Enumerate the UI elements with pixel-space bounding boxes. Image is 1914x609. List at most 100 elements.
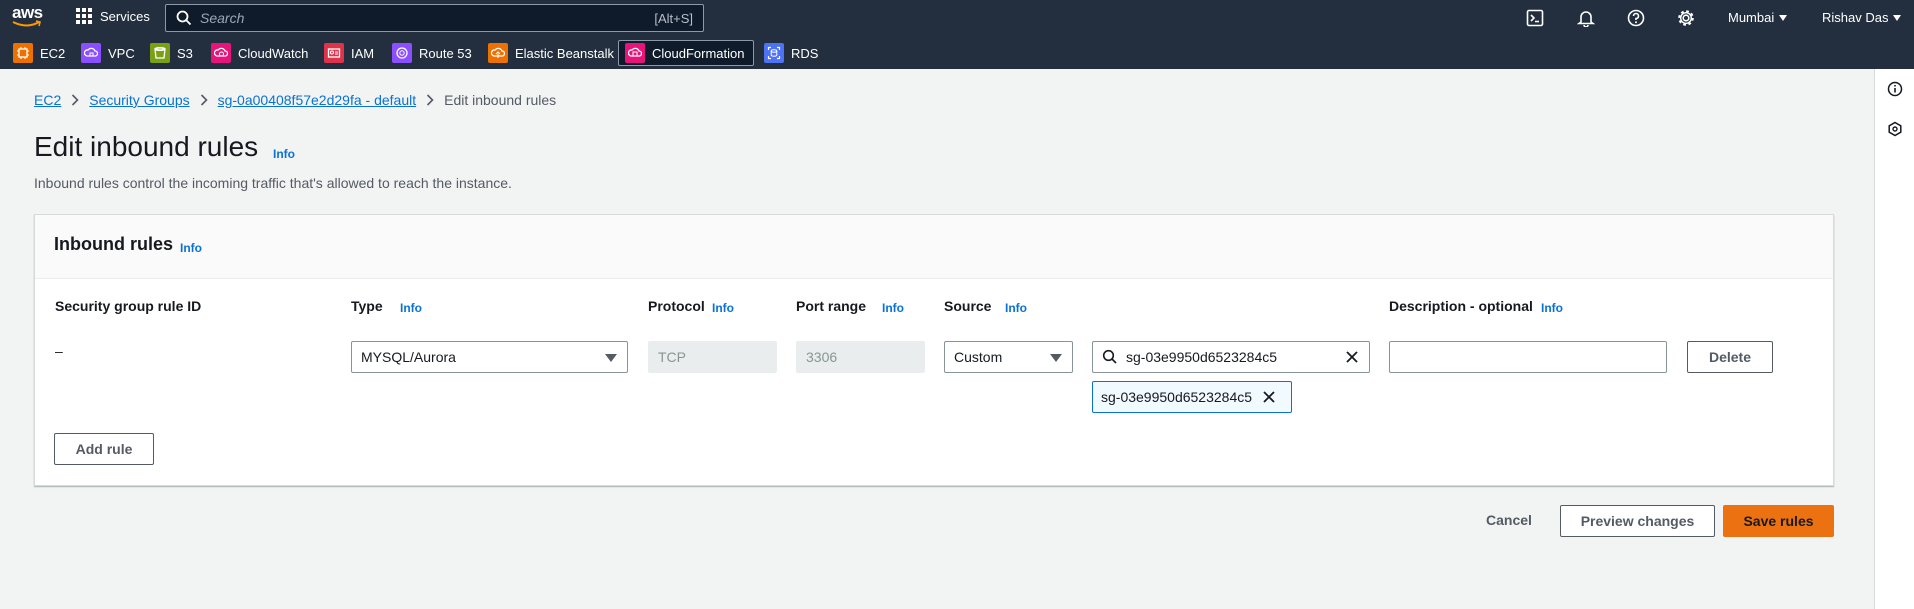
favorite-label: VPC [108, 45, 135, 61]
search-icon [176, 10, 192, 26]
favorite-label: Elastic Beanstalk [515, 45, 614, 61]
container-title: Inbound rules [54, 234, 173, 254]
region-selector[interactable]: Mumbai [1728, 10, 1788, 25]
favorite-label: RDS [791, 45, 819, 61]
source-token: sg-03e9950d6523284c5 [1092, 381, 1292, 413]
container-header: Inbound rules Info [35, 215, 1833, 279]
chevron-right-icon [61, 94, 89, 106]
route53-icon [392, 43, 412, 63]
protocol-info-link[interactable]: Info [712, 301, 734, 315]
source-search-input[interactable]: sg-03e9950d6523284c5 [1092, 341, 1370, 373]
chevron-right-icon [416, 94, 444, 106]
search-icon [1102, 349, 1117, 364]
type-select-value: MYSQL/Aurora [361, 349, 456, 365]
save-rules-label: Save rules [1743, 513, 1814, 529]
iam-icon [324, 43, 344, 63]
port-range-value: 3306 [806, 349, 838, 365]
save-rules-button[interactable]: Save rules [1723, 505, 1834, 537]
search-input[interactable] [200, 10, 655, 26]
search-bar[interactable]: [Alt+S] [165, 4, 704, 32]
caret-down-icon [605, 354, 617, 362]
page-description: Inbound rules control the incoming traff… [34, 175, 512, 191]
tutorial-hexagon-icon[interactable] [1887, 121, 1903, 137]
source-search-value: sg-03e9950d6523284c5 [1126, 349, 1278, 365]
aws-logo[interactable]: aws [12, 4, 46, 31]
aws-smile-icon [12, 20, 41, 27]
breadcrumb-current: Edit inbound rules [444, 92, 557, 108]
favorite-label: CloudFormation [652, 45, 745, 61]
delete-label: Delete [1708, 349, 1752, 365]
favorite-cloudformation[interactable]: CloudFormation [618, 40, 754, 66]
preview-changes-label: Preview changes [1580, 513, 1695, 529]
cancel-button[interactable]: Cancel [1486, 512, 1532, 528]
favorite-vpc[interactable]: VPC [78, 41, 138, 65]
page-info-link[interactable]: Info [273, 147, 295, 161]
services-menu-button[interactable]: Services [76, 8, 150, 24]
description-info-link[interactable]: Info [1541, 301, 1563, 315]
favorite-elastic-beanstalk[interactable]: Elastic Beanstalk [485, 41, 617, 65]
description-input[interactable] [1389, 341, 1667, 373]
rds-icon [764, 43, 784, 63]
source-info-link[interactable]: Info [1005, 301, 1027, 315]
breadcrumb-security-group[interactable]: sg-0a00408f57e2d29fa - default [218, 92, 417, 108]
protocol-field: TCP [648, 341, 777, 373]
help-icon[interactable] [1627, 9, 1645, 27]
vpc-icon [81, 43, 101, 63]
bell-icon[interactable] [1577, 9, 1595, 27]
column-header-description: Description - optional [1389, 298, 1533, 314]
preview-changes-button[interactable]: Preview changes [1560, 505, 1715, 537]
source-type-select[interactable]: Custom [944, 341, 1073, 373]
services-label: Services [100, 8, 150, 24]
favorite-route-53[interactable]: Route 53 [389, 41, 475, 65]
favorite-label: EC2 [40, 45, 66, 61]
cloudwatch-icon [211, 43, 231, 63]
help-panel-rail [1874, 69, 1914, 609]
column-header-port-range: Port range [796, 298, 867, 314]
clear-icon[interactable] [1344, 349, 1360, 365]
column-header-rule-id: Security group rule ID [55, 298, 202, 314]
info-circle-icon[interactable] [1887, 81, 1903, 97]
user-name: Rishav Das [1822, 10, 1889, 25]
favorite-label: Route 53 [419, 45, 472, 61]
container-info-link[interactable]: Info [180, 241, 202, 255]
source-token-label: sg-03e9950d6523284c5 [1101, 389, 1253, 405]
favorite-rds[interactable]: RDS [761, 41, 821, 65]
gear-icon[interactable] [1677, 9, 1695, 27]
breadcrumb-security-groups[interactable]: Security Groups [89, 92, 189, 108]
port-range-info-link[interactable]: Info [882, 301, 904, 315]
search-shortcut-hint: [Alt+S] [654, 10, 693, 26]
beanstalk-icon [488, 43, 508, 63]
breadcrumb: EC2 Security Groups sg-0a00408f57e2d29fa… [34, 92, 556, 108]
favorite-label: IAM [351, 45, 375, 61]
account-menu[interactable]: Rishav Das [1822, 10, 1902, 25]
add-rule-label: Add rule [75, 441, 133, 457]
favorite-iam[interactable]: IAM [321, 41, 377, 65]
grid-icon [76, 8, 92, 24]
source-type-value: Custom [954, 349, 1003, 365]
breadcrumb-ec2[interactable]: EC2 [34, 92, 61, 108]
add-rule-button[interactable]: Add rule [54, 433, 154, 465]
s3-icon [150, 43, 170, 63]
region-label: Mumbai [1728, 10, 1775, 25]
caret-down-icon [1050, 354, 1062, 362]
port-range-field: 3306 [796, 341, 925, 373]
caret-down-icon [1893, 14, 1902, 21]
chevron-right-icon [190, 94, 218, 106]
favorite-s3[interactable]: S3 [147, 41, 196, 65]
type-info-link[interactable]: Info [400, 301, 422, 315]
favorite-cloudwatch[interactable]: CloudWatch [208, 41, 311, 65]
type-select[interactable]: MYSQL/Aurora [351, 341, 628, 373]
delete-rule-button[interactable]: Delete [1687, 341, 1773, 373]
rule-id-value: – [55, 343, 63, 359]
ec2-icon [13, 43, 33, 63]
protocol-value: TCP [658, 349, 686, 365]
top-navigation-bar: aws Services [Alt+S] Mumbai [0, 0, 1914, 36]
column-header-protocol: Protocol [648, 298, 705, 314]
remove-token-icon[interactable] [1262, 390, 1276, 404]
favorite-label: S3 [177, 45, 193, 61]
cloudformation-icon [625, 43, 645, 63]
cloudshell-icon[interactable] [1526, 9, 1544, 27]
favorite-ec2[interactable]: EC2 [10, 41, 68, 65]
favorite-label: CloudWatch [238, 45, 309, 61]
page-title: Edit inbound rules [34, 131, 259, 162]
